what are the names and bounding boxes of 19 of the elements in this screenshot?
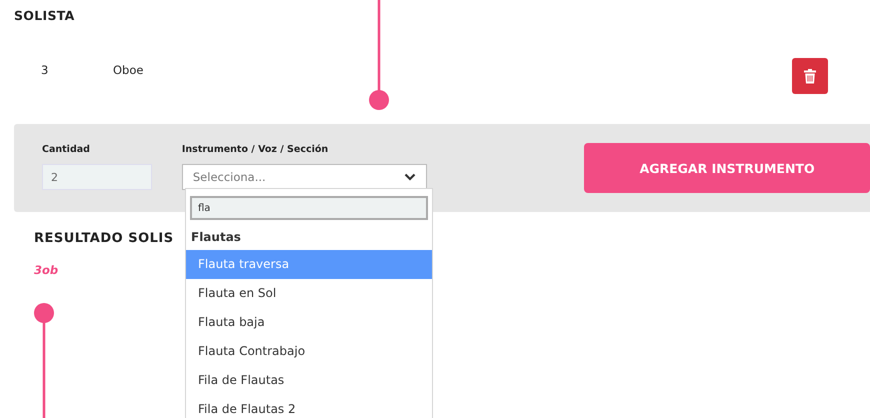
dropdown-option[interactable]: Fila de Flautas 2 [186,395,432,418]
section-title: SOLISTA [13,7,76,23]
instrument-select[interactable]: Selecciona... [182,164,428,190]
dropdown-option[interactable]: Flauta Contrabajo [186,337,432,366]
instrument-name: Oboe [113,63,144,77]
dropdown-option[interactable]: Fila de Flautas [186,366,432,395]
chevron-down-icon [404,173,416,181]
field-label: Instrumento / Voz / Sección [182,144,330,155]
trash-icon [804,68,816,84]
field-label: Cantidad [42,144,91,155]
delete-button[interactable] [792,58,828,94]
option-group-label: Flautas [190,229,242,246]
quantity-field[interactable]: 2 [42,164,152,190]
result-value: 3ob [34,263,58,277]
dropdown-option[interactable]: Flauta en Sol [186,279,432,308]
quantity-text: 3 [41,63,50,77]
search-field[interactable]: fla [190,196,428,220]
dropdown-option[interactable]: Flauta baja [186,308,432,337]
result-title: RESULTADO SOLIS [34,231,174,246]
